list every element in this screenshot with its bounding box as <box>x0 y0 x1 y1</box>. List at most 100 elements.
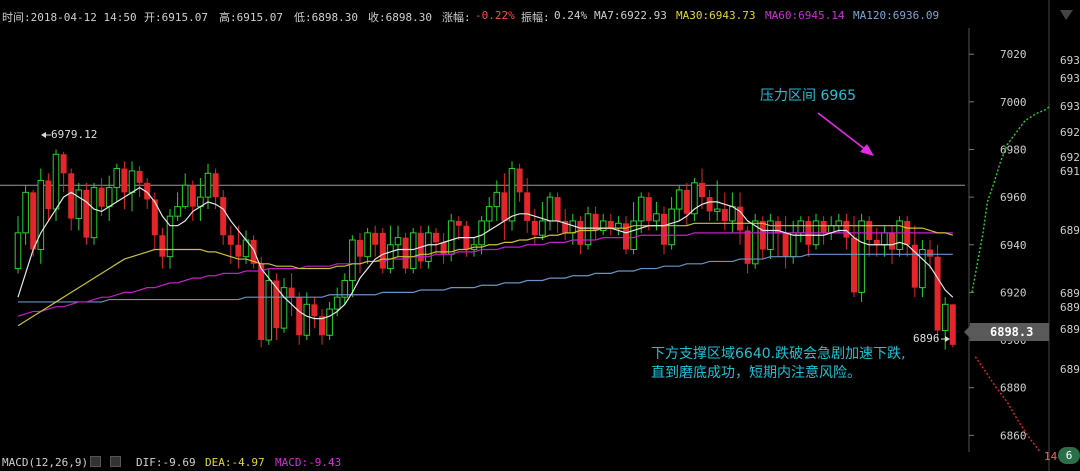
candle-body-up <box>485 206 493 222</box>
right-badge[interactable]: 6 <box>1058 447 1080 464</box>
macd-params: MACD(12,26,9) <box>2 456 89 469</box>
candle-body-up <box>364 232 371 258</box>
candle-body-down <box>235 244 242 257</box>
y-tick-label: 6940 <box>1000 239 1027 252</box>
candle-body-up <box>387 244 394 270</box>
right-panel-label: 689 <box>1060 323 1080 336</box>
candle-body-up <box>615 222 622 229</box>
y-tick-label: 7020 <box>1000 48 1027 61</box>
candle-body-down <box>121 168 128 193</box>
right-panel-label: 691 <box>1060 165 1080 178</box>
y-tick-label: 6880 <box>1000 382 1027 395</box>
candle-body-up <box>349 239 356 281</box>
candle-body-up <box>409 232 417 270</box>
candle-body-up <box>394 237 402 246</box>
candle-body-up <box>835 220 843 227</box>
y-tick-label: 6960 <box>1000 191 1027 204</box>
candle-body-down <box>357 240 363 257</box>
candle-body-up <box>653 213 660 222</box>
candle-body-down <box>721 209 728 221</box>
right-panel-label: 689 <box>1060 287 1080 300</box>
candle-body-up <box>14 232 22 270</box>
candle-body-down <box>311 304 318 317</box>
candle-body-down <box>820 220 827 233</box>
candle-body-up <box>52 153 60 210</box>
candle-body-down <box>136 170 143 183</box>
candle-body-up <box>22 191 29 234</box>
y-tick-label: 6860 <box>1000 429 1027 442</box>
candle-body-up <box>919 249 926 289</box>
candle-body-up <box>713 208 721 212</box>
candle-body-down <box>159 235 166 257</box>
macd-close-button[interactable] <box>110 456 121 467</box>
candle-body-up <box>668 208 675 246</box>
candle-body-down <box>288 287 295 298</box>
price-tag-label: 6898.3 <box>990 325 1034 339</box>
candle-body-up <box>105 187 113 208</box>
candle-body-down <box>83 189 90 238</box>
candle-body-down <box>45 180 52 210</box>
candle-body-down <box>782 232 789 257</box>
candle-body-up <box>508 168 516 222</box>
candle-body-down <box>372 232 379 245</box>
candle-body-up <box>113 168 121 189</box>
right-panel-label: 693 <box>1060 72 1080 85</box>
candle-body-down <box>30 192 37 250</box>
candle-body-up <box>204 172 212 198</box>
support-annotation-line1: 下方支撑区域6640.跌破会急剧加速下跌, <box>651 346 906 362</box>
candle-body-down <box>189 185 196 207</box>
candle-body-up <box>637 196 645 222</box>
candle-body-up <box>128 170 136 193</box>
right-panel-label: 692 <box>1060 151 1080 164</box>
candle-body-up <box>265 279 273 341</box>
candle-body-up <box>493 191 501 208</box>
candle-body-up <box>858 220 865 293</box>
candle-body-up <box>881 232 888 246</box>
candle-body-down <box>98 187 105 207</box>
ma120-line <box>18 253 953 303</box>
right-panel-label: 693 <box>1060 54 1080 67</box>
candle-body-down <box>889 232 895 250</box>
moving-average-lines <box>17 186 954 327</box>
right-panel-label: 689 <box>1060 363 1080 376</box>
candle-body-down <box>607 220 614 229</box>
candle-body-up <box>181 184 189 208</box>
candle-body-down <box>296 297 303 336</box>
candle-body-up <box>280 287 288 329</box>
candle-body-down <box>455 220 462 226</box>
candle-body-down <box>683 189 690 214</box>
candle-body-down <box>873 240 880 245</box>
low-marker-label: 6896 <box>913 332 940 345</box>
candle-body-down <box>524 192 531 221</box>
candle-body-down <box>68 173 75 219</box>
candle-body-up <box>478 220 485 246</box>
candle-body-down <box>759 220 766 250</box>
candle-body-down <box>661 213 667 245</box>
annotation-arrow <box>817 112 874 156</box>
dea-readout: DEA:-4.97 <box>205 456 265 469</box>
candle-body-down <box>212 173 219 198</box>
candle-body-up <box>789 232 797 258</box>
ma30-line <box>17 222 953 327</box>
y-tick-label: 6920 <box>1000 286 1027 299</box>
candle-body-up <box>675 189 683 210</box>
macd-readout: MACD:-9.43 <box>275 456 342 469</box>
candle-body-down <box>227 235 234 245</box>
candle-body-down <box>402 237 409 269</box>
candle-body-down <box>866 220 873 240</box>
candle-body-down <box>433 232 439 243</box>
candle-body-down <box>927 249 933 257</box>
macd-settings-button[interactable] <box>90 456 101 467</box>
candle-body-down <box>60 154 67 174</box>
candle-body-down <box>554 197 561 221</box>
low-marker <box>941 336 950 342</box>
dif-readout: DIF:-9.69 <box>136 456 196 469</box>
candle-body-down <box>379 232 386 269</box>
right-panel-label: 693 <box>1060 100 1080 113</box>
candle-body-down <box>699 182 705 198</box>
candle-body-down <box>843 220 850 238</box>
resistance-annotation: 压力区间 6965 <box>760 88 857 104</box>
candlestick-chart: 702070006980696069406920690068806860 693… <box>0 0 1080 471</box>
candle-body-down <box>258 263 265 341</box>
candle-body-up <box>729 206 736 222</box>
